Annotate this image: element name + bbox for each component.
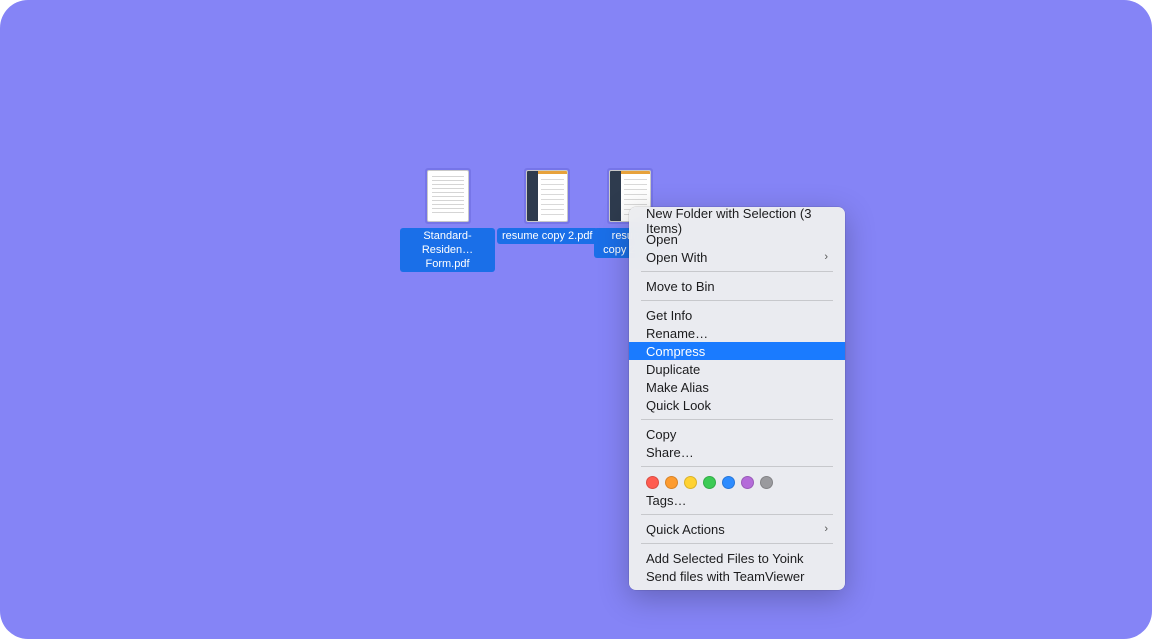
menu-item-make-alias[interactable]: Make Alias — [634, 378, 840, 396]
file-thumbnail-selection — [524, 168, 570, 224]
menu-separator — [641, 419, 833, 420]
chevron-right-icon: › — [824, 251, 828, 263]
menu-separator — [641, 514, 833, 515]
menu-item-quick-actions[interactable]: Quick Actions › — [634, 520, 840, 538]
file-item[interactable]: resume copy 2.pdf — [497, 168, 598, 244]
menu-label: Open With — [646, 250, 707, 265]
file-thumbnail-selection — [425, 168, 471, 224]
tag-color-purple[interactable] — [741, 476, 754, 489]
menu-item-rename[interactable]: Rename… — [634, 324, 840, 342]
menu-separator — [641, 300, 833, 301]
menu-item-open-with[interactable]: Open With › — [634, 248, 840, 266]
file-item[interactable]: Standard-Residen…Form.pdf — [400, 168, 495, 272]
file-label: resume copy 2.pdf — [497, 228, 598, 244]
menu-item-compress[interactable]: Compress — [629, 342, 845, 360]
tag-color-gray[interactable] — [760, 476, 773, 489]
desktop[interactable]: Standard-Residen…Form.pdf resume copy 2.… — [0, 0, 1152, 639]
menu-label: Quick Look — [646, 398, 711, 413]
chevron-right-icon: › — [824, 523, 828, 535]
menu-item-share[interactable]: Share… — [634, 443, 840, 461]
menu-item-copy[interactable]: Copy — [634, 425, 840, 443]
menu-label: Add Selected Files to Yoink — [646, 551, 804, 566]
tag-color-yellow[interactable] — [684, 476, 697, 489]
menu-label: Quick Actions — [646, 522, 725, 537]
file-label: Standard-Residen…Form.pdf — [400, 228, 495, 272]
menu-item-move-to-bin[interactable]: Move to Bin — [634, 277, 840, 295]
menu-label: Open — [646, 232, 678, 247]
menu-label: Compress — [646, 344, 705, 359]
file-thumbnail — [427, 170, 469, 222]
menu-label: Share… — [646, 445, 694, 460]
menu-item-yoink[interactable]: Add Selected Files to Yoink — [634, 549, 840, 567]
tags-row — [634, 472, 840, 491]
menu-label: Duplicate — [646, 362, 700, 377]
menu-label: Make Alias — [646, 380, 709, 395]
tag-color-blue[interactable] — [722, 476, 735, 489]
menu-label: Rename… — [646, 326, 708, 341]
file-thumbnail — [526, 170, 568, 222]
menu-item-duplicate[interactable]: Duplicate — [634, 360, 840, 378]
menu-label: Send files with TeamViewer — [646, 569, 805, 584]
menu-item-tags[interactable]: Tags… — [634, 491, 840, 509]
menu-label: Tags… — [646, 493, 686, 508]
context-menu: New Folder with Selection (3 Items) Open… — [629, 207, 845, 590]
tag-color-orange[interactable] — [665, 476, 678, 489]
menu-item-get-info[interactable]: Get Info — [634, 306, 840, 324]
menu-item-teamviewer[interactable]: Send files with TeamViewer — [634, 567, 840, 585]
menu-item-quick-look[interactable]: Quick Look — [634, 396, 840, 414]
menu-separator — [641, 271, 833, 272]
tag-color-green[interactable] — [703, 476, 716, 489]
menu-label: Move to Bin — [646, 279, 715, 294]
menu-label: Copy — [646, 427, 676, 442]
tag-color-red[interactable] — [646, 476, 659, 489]
menu-label: Get Info — [646, 308, 692, 323]
menu-separator — [641, 543, 833, 544]
menu-separator — [641, 466, 833, 467]
menu-item-new-folder[interactable]: New Folder with Selection (3 Items) — [634, 212, 840, 230]
